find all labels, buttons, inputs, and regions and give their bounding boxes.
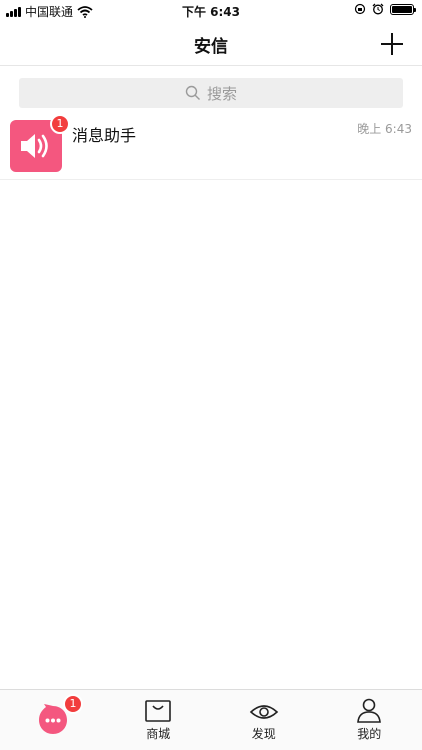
conversation-time: 晚上 6:43 [357, 122, 412, 136]
search-icon [185, 85, 200, 100]
alarm-icon [372, 3, 384, 15]
person-icon [357, 698, 382, 723]
unread-badge: 1 [50, 114, 70, 134]
tab-mine[interactable]: 我的 [317, 690, 422, 750]
tab-mine-label: 我的 [357, 727, 382, 741]
conversation-title: 消息助手 [72, 126, 137, 145]
tab-discover-label: 发现 [251, 727, 276, 741]
tab-messages[interactable]: 1 [0, 690, 106, 750]
avatar: 1 [10, 114, 70, 172]
tab-shop-label: 商城 [146, 727, 171, 741]
eye-icon [249, 705, 278, 719]
search-placeholder: 搜索 [206, 84, 237, 103]
page-title: 安信 [194, 37, 228, 57]
battery-icon [390, 3, 416, 15]
shopping-bag-icon [145, 700, 172, 722]
search-input[interactable]: 搜索 [19, 78, 403, 108]
tab-shop[interactable]: 商城 [106, 690, 212, 750]
nav-bar: 安信 [0, 22, 422, 66]
tab-bar: 1 商城 发现 我的 [0, 689, 422, 750]
status-bar: 中国联通 下午 6:43 [0, 0, 422, 22]
add-button[interactable] [378, 30, 406, 58]
conversation-item[interactable]: 1 消息助手 晚上 6:43 [0, 114, 422, 180]
plus-icon [381, 33, 403, 55]
tab-discover[interactable]: 发现 [211, 690, 317, 750]
orientation-lock-icon [354, 3, 366, 15]
status-right [354, 3, 416, 15]
tab-unread-badge: 1 [63, 694, 83, 714]
